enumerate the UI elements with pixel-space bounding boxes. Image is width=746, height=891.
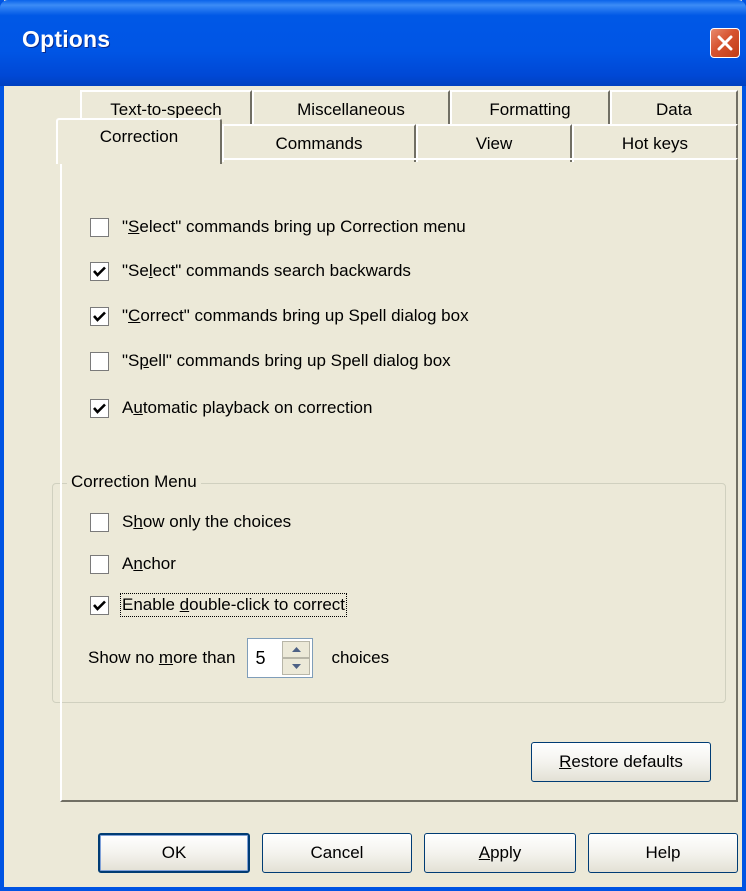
close-button[interactable] [710, 28, 740, 58]
tab-hot-keys[interactable]: Hot keys [572, 124, 738, 162]
ok-button[interactable]: OK [98, 833, 250, 873]
close-icon [717, 35, 733, 51]
tab-miscellaneous[interactable]: Miscellaneous [252, 90, 450, 128]
tab-view[interactable]: View [416, 124, 572, 162]
dialog-title: Options [22, 26, 111, 52]
title-bar[interactable]: Options [0, 0, 746, 86]
tab-correction[interactable]: Correction [56, 118, 222, 164]
tab-commands[interactable]: Commands [222, 124, 416, 162]
tab-formatting[interactable]: Formatting [450, 90, 610, 128]
help-button[interactable]: Help [588, 833, 738, 873]
correction-tab-page [60, 158, 738, 802]
apply-button[interactable]: Apply [424, 833, 576, 873]
cancel-button[interactable]: Cancel [262, 833, 412, 873]
tab-data[interactable]: Data [610, 90, 738, 128]
